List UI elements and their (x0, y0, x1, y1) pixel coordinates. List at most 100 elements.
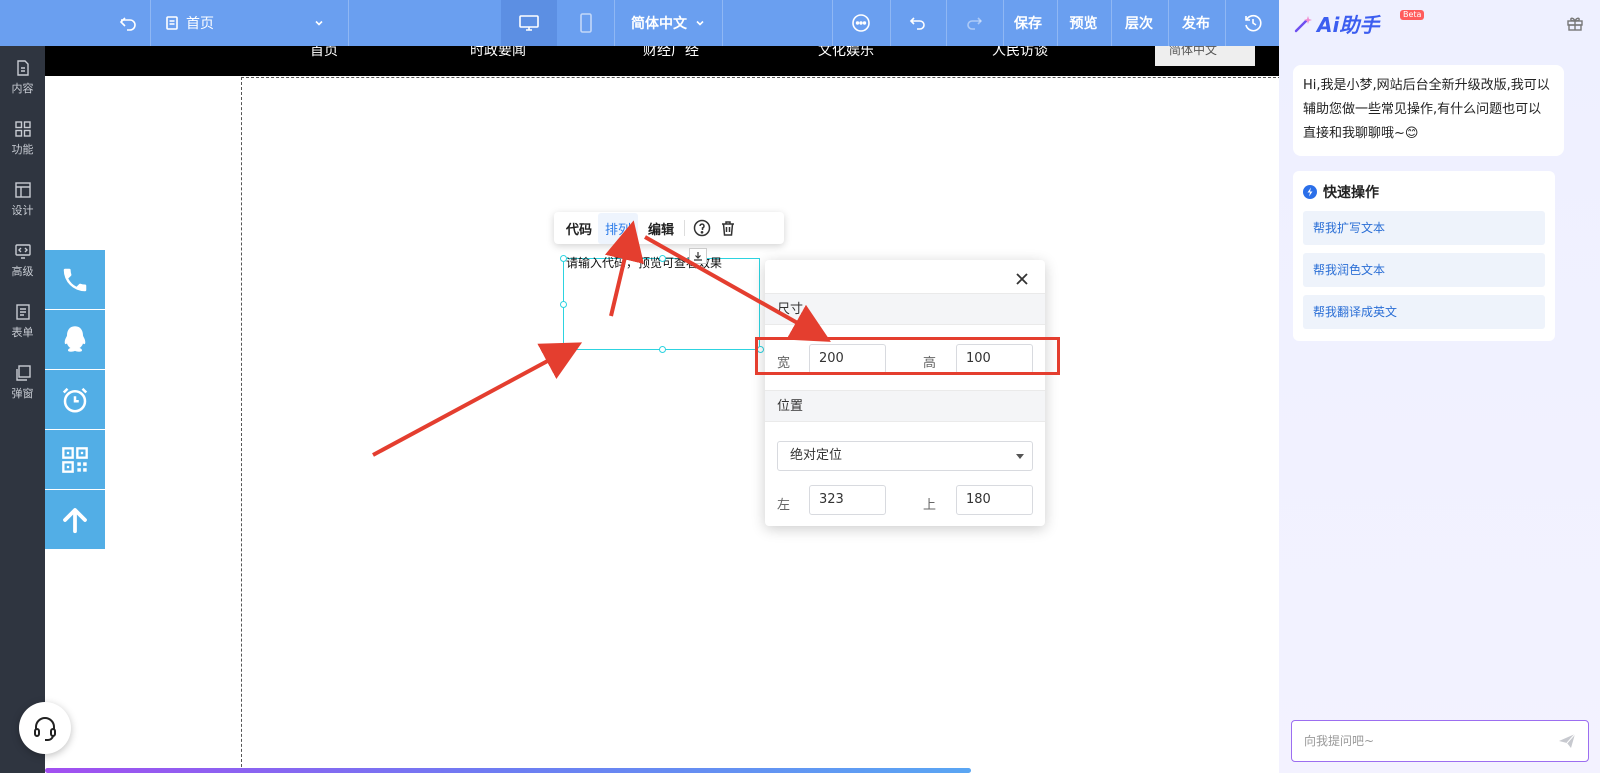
tab-code[interactable]: 代码 (560, 219, 598, 238)
headset-icon (34, 717, 56, 741)
page-select[interactable]: 首页 (164, 0, 344, 46)
lightning-icon (1303, 185, 1317, 199)
resize-handle[interactable] (560, 346, 567, 353)
help-icon (693, 219, 711, 237)
sidebar-item-label: 功能 (11, 142, 34, 156)
language-select[interactable]: 简体中文 (614, 0, 722, 46)
sidebar-item-advanced[interactable]: 高级 (0, 231, 45, 289)
undo-icon (909, 17, 925, 30)
resize-handle[interactable] (659, 346, 666, 353)
top-input[interactable]: 180 (956, 485, 1033, 515)
ai-panel-header: Ai助手 Beta (1279, 0, 1600, 48)
width-input[interactable]: 200 (809, 344, 886, 374)
tab-edit[interactable]: 编辑 (642, 219, 680, 238)
sidebar-item-label: 高级 (11, 264, 34, 278)
resize-handle[interactable] (560, 301, 567, 308)
back-button[interactable] (108, 0, 148, 46)
qrcode-icon (62, 446, 88, 473)
download-icon (694, 252, 702, 261)
ai-assistant-panel: Ai助手 Beta Hi,我是小梦,网站后台全新升级改版,我可以辅助您做一些常见… (1279, 0, 1600, 773)
ai-chat-input[interactable]: 向我提问吧~ (1291, 720, 1589, 762)
left-input[interactable]: 323 (809, 485, 886, 515)
sidebar-item-form[interactable]: 表单 (0, 292, 45, 350)
undo-button[interactable] (893, 0, 943, 46)
function-icon (14, 120, 31, 137)
save-button[interactable]: 保存 (1003, 0, 1053, 46)
more-icon (852, 14, 870, 32)
quick-action-translate-english[interactable]: 帮我翻译成英文 (1303, 295, 1545, 329)
ai-chat-placeholder: 向我提问吧~ (1304, 734, 1375, 748)
position-section-header: 位置 (765, 390, 1045, 422)
preview-button[interactable]: 预览 (1057, 0, 1110, 46)
mobile-view-button[interactable] (561, 0, 611, 46)
page-select-label: 首页 (186, 16, 214, 32)
quick-action-polish-text[interactable]: 帮我润色文本 (1303, 253, 1545, 287)
float-back-to-top-button[interactable] (45, 490, 105, 549)
caret-down-icon (1016, 454, 1024, 459)
design-icon (14, 181, 31, 198)
chevron-down-icon (696, 20, 704, 26)
editor-canvas[interactable]: 首页 时政要闻 财经广经 文化娱乐 人民访谈 简体中文 代码 排列 编辑 请输入 (45, 46, 1279, 773)
position-mode-value: 绝对定位 (790, 448, 843, 463)
qq-icon (64, 325, 86, 352)
sidebar-item-content[interactable]: 内容 (0, 48, 45, 106)
quick-action-expand-text[interactable]: 帮我扩写文本 (1303, 211, 1545, 245)
float-alarm-button[interactable] (45, 370, 105, 429)
delete-button[interactable] (715, 215, 741, 241)
left-sidebar: 内容 功能 设计 高级 表单 弹窗 (0, 46, 45, 773)
quick-actions-card: 快速操作 帮我扩写文本 帮我润色文本 帮我翻译成英文 (1293, 171, 1555, 341)
arrange-properties-panel: 尺寸 宽 200 高 100 位置 绝对定位 左 323 上 180 (765, 260, 1045, 526)
float-qq-button[interactable] (45, 310, 105, 369)
top-label: 上 (923, 498, 937, 513)
history-button[interactable] (1228, 0, 1278, 46)
position-mode-select[interactable]: 绝对定位 (777, 441, 1033, 471)
nav-item[interactable]: 首页 (310, 46, 338, 60)
popup-icon (15, 364, 31, 381)
float-qrcode-button[interactable] (45, 430, 105, 489)
progress-fill (45, 768, 971, 773)
content-icon (16, 59, 29, 76)
resize-handle[interactable] (757, 346, 764, 353)
back-icon (119, 17, 136, 31)
redo-button[interactable] (949, 0, 999, 46)
publish-button[interactable]: 发布 (1168, 0, 1224, 46)
tab-arrange[interactable]: 排列 (598, 212, 639, 244)
help-button[interactable] (689, 215, 715, 241)
sidebar-item-function[interactable]: 功能 (0, 109, 45, 167)
trash-icon (722, 221, 735, 236)
ai-greeting-message: Hi,我是小梦,网站后台全新升级改版,我可以辅助您做一些常见操作,有什么问题也可… (1293, 65, 1564, 156)
form-icon (15, 303, 30, 320)
magic-wand-icon (1294, 15, 1312, 32)
nav-item[interactable]: 人民访谈 (992, 46, 1048, 60)
gift-icon[interactable] (1566, 14, 1584, 32)
sidebar-item-label: 表单 (11, 325, 34, 339)
size-section-header: 尺寸 (765, 293, 1045, 325)
advanced-icon (14, 243, 31, 259)
nav-item[interactable]: 时政要闻 (470, 46, 526, 60)
float-phone-button[interactable] (45, 250, 105, 309)
height-input[interactable]: 100 (956, 344, 1033, 374)
sidebar-item-label: 设计 (11, 203, 34, 217)
more-button[interactable] (836, 0, 886, 46)
site-language-select[interactable]: 简体中文 (1155, 46, 1255, 66)
chevron-down-icon (315, 20, 323, 26)
desktop-view-button[interactable] (501, 0, 557, 46)
arrow-up-icon (63, 507, 87, 533)
selected-code-element[interactable]: 请输入代码，预览可查看效果 (560, 255, 764, 353)
customer-support-button[interactable] (19, 702, 71, 754)
download-handle[interactable] (689, 248, 707, 264)
nav-item[interactable]: 文化娱乐 (818, 46, 874, 60)
sidebar-item-design[interactable]: 设计 (0, 170, 45, 228)
send-icon[interactable] (1558, 732, 1576, 750)
quick-actions-title: 快速操作 (1303, 182, 1545, 202)
close-icon[interactable] (1015, 272, 1029, 286)
nav-item[interactable]: 财经广经 (643, 46, 699, 60)
sidebar-item-label: 内容 (11, 81, 34, 95)
height-label: 高 (923, 356, 937, 371)
content-area-guide (241, 77, 1279, 773)
resize-handle[interactable] (659, 255, 666, 262)
ai-logo: Ai助手 (1293, 9, 1379, 38)
layers-button[interactable]: 层次 (1111, 0, 1167, 46)
sidebar-item-popup[interactable]: 弹窗 (0, 353, 45, 411)
resize-handle[interactable] (560, 255, 567, 262)
